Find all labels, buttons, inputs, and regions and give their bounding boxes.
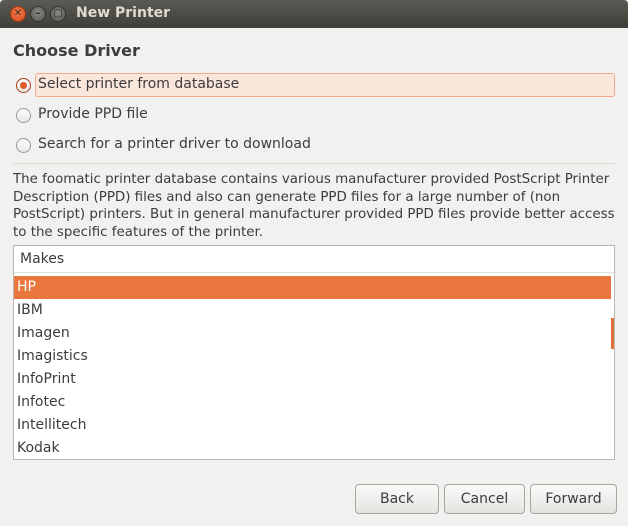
radio-provide-ppd-file[interactable]	[16, 108, 31, 123]
scrollbar-thumb[interactable]	[611, 318, 614, 349]
list-item-ibm[interactable]: IBM	[14, 299, 611, 322]
radio-checked-dot	[20, 82, 27, 89]
back-button[interactable]: Back	[355, 484, 439, 514]
list-item-hp[interactable]: HP	[14, 276, 611, 299]
list-item-kodak[interactable]: Kodak	[14, 437, 611, 459]
close-icon: ✕	[13, 8, 23, 19]
option-label: Provide PPD file	[38, 106, 148, 122]
window-title: New Printer	[76, 5, 171, 21]
separator	[13, 163, 615, 164]
list-item-label: HP	[17, 279, 36, 295]
list-item-label: InfoPrint	[17, 371, 76, 387]
page-title: Choose Driver	[13, 41, 140, 60]
forward-button[interactable]: Forward	[530, 484, 617, 514]
new-printer-dialog: ✕ – □ New Printer Choose Driver Select p…	[0, 0, 628, 526]
list-item-infoprint[interactable]: InfoPrint	[14, 368, 611, 391]
makes-header-label: Makes	[20, 251, 65, 267]
makes-list[interactable]: Makes HP IBM Imagen Imagistics InfoPrint…	[13, 245, 615, 460]
option-label: Select printer from database	[38, 76, 240, 92]
list-item-label: Imagistics	[17, 348, 88, 364]
radio-select-from-database[interactable]	[16, 78, 31, 93]
option-search-driver-download[interactable]: Search for a printer driver to download	[13, 133, 615, 157]
list-item-imagistics[interactable]: Imagistics	[14, 345, 611, 368]
list-item-imagen[interactable]: Imagen	[14, 322, 611, 345]
list-item-label: IBM	[17, 302, 43, 318]
list-item-label: Intellitech	[17, 417, 87, 433]
option-label: Search for a printer driver to download	[38, 136, 311, 152]
list-item-label: Infotec	[17, 394, 66, 410]
maximize-window-button[interactable]: □	[50, 6, 66, 22]
list-item-infotec[interactable]: Infotec	[14, 391, 611, 414]
list-item-label: Imagen	[17, 325, 70, 341]
list-item-label: Kodak	[17, 440, 60, 456]
radio-search-driver-download[interactable]	[16, 138, 31, 153]
option-select-from-database[interactable]: Select printer from database	[13, 73, 615, 97]
option-provide-ppd-file[interactable]: Provide PPD file	[13, 103, 615, 127]
cancel-button[interactable]: Cancel	[444, 484, 525, 514]
minimize-icon: –	[35, 8, 41, 19]
title-bar: ✕ – □ New Printer	[0, 0, 628, 28]
list-item-intellitech[interactable]: Intellitech	[14, 414, 611, 437]
makes-column-header[interactable]: Makes	[14, 246, 614, 273]
close-window-button[interactable]: ✕	[10, 6, 26, 22]
driver-description: The foomatic printer database contains v…	[13, 172, 615, 240]
maximize-icon: □	[53, 8, 63, 19]
minimize-window-button[interactable]: –	[30, 6, 46, 22]
